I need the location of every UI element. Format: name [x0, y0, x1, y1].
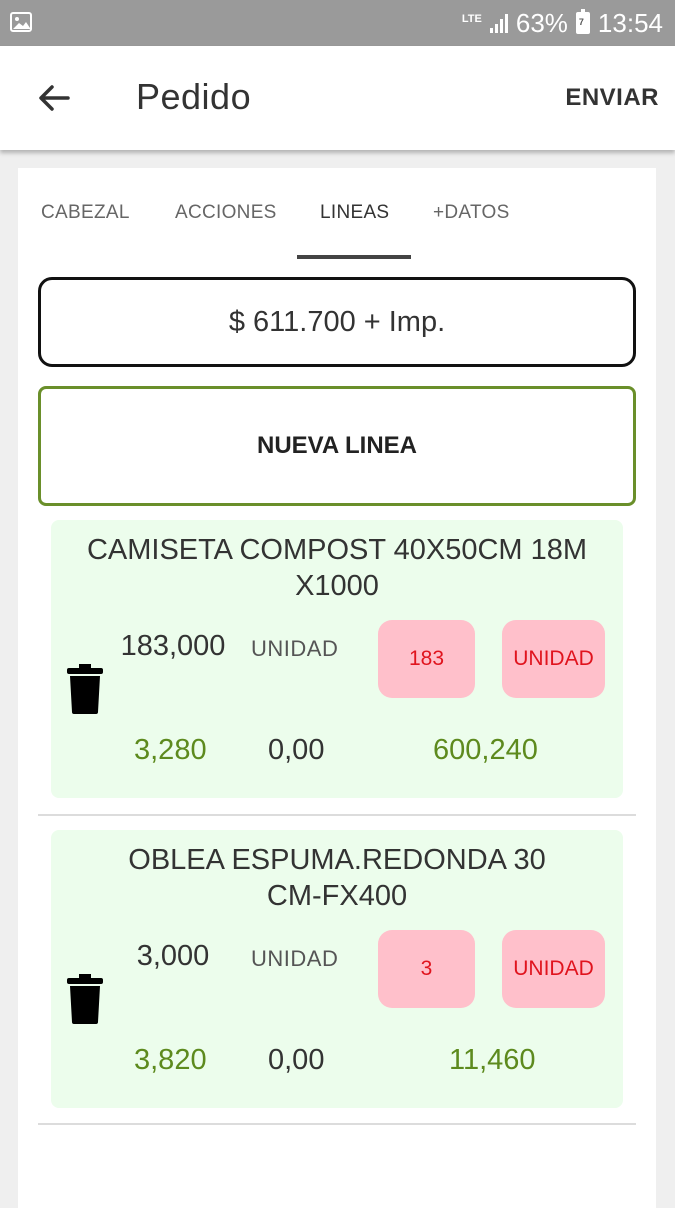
product-name: CAMISETA COMPOST 40X50CM 18M X1000 [51, 532, 623, 604]
battery-icon-label: 7 [578, 17, 584, 27]
network-type: LTE [461, 13, 482, 25]
unit-price: 3,280 [134, 734, 207, 766]
discount: 0,00 [268, 1044, 325, 1076]
product-name-line1: OBLEA ESPUMA.REDONDA 30 [128, 844, 546, 876]
line-total: 11,460 [449, 1044, 536, 1076]
unit-box[interactable]: UNIDAD [502, 930, 605, 1008]
order-line: CAMISETA COMPOST 40X50CM 18M X1000 183,0… [51, 520, 623, 798]
image-notification-icon [10, 12, 32, 32]
order-line: OBLEA ESPUMA.REDONDA 30 CM-FX400 3,000 U… [51, 830, 623, 1108]
quantity-box[interactable]: 3 [378, 930, 475, 1008]
status-bar: LTE 63% 7 13:54 [0, 0, 675, 46]
trash-icon[interactable] [65, 662, 105, 714]
product-name-line2: X1000 [295, 570, 379, 602]
tab-bar: CABEZAL ACCIONES LINEAS +DATOS [18, 168, 656, 260]
signal-icon [489, 13, 508, 33]
quantity: 183,000 [120, 630, 226, 662]
trash-icon[interactable] [65, 972, 105, 1024]
tab-lineas[interactable]: LINEAS [320, 202, 389, 224]
clock: 13:54 [597, 7, 663, 38]
content-card: CABEZAL ACCIONES LINEAS +DATOS $ 611.700… [18, 168, 656, 1208]
order-total: $ 611.700 + Imp. [38, 277, 636, 367]
unit-label: UNIDAD [251, 636, 339, 661]
page-title: Pedido [136, 76, 252, 117]
tab-cabezal[interactable]: CABEZAL [41, 202, 130, 224]
new-line-button[interactable]: NUEVA LINEA [38, 386, 636, 506]
product-name-line2: CM-FX400 [266, 880, 408, 912]
unit-price: 3,820 [134, 1044, 207, 1076]
tab-acciones[interactable]: ACCIONES [175, 202, 277, 224]
unit-box[interactable]: UNIDAD [502, 620, 605, 698]
quantity-box[interactable]: 183 [378, 620, 475, 698]
battery-icon: 7 [575, 9, 590, 34]
quantity: 3,000 [136, 940, 210, 972]
line-total: 600,240 [433, 734, 538, 766]
tab-datos[interactable]: +DATOS [433, 202, 510, 224]
divider [38, 814, 636, 816]
battery-percent: 63% [515, 7, 568, 38]
back-arrow-icon[interactable] [34, 78, 74, 118]
product-name-line1: CAMISETA COMPOST 40X50CM 18M [86, 534, 588, 566]
app-bar: Pedido ENVIAR [0, 46, 675, 150]
discount: 0,00 [268, 734, 325, 766]
product-name: OBLEA ESPUMA.REDONDA 30 CM-FX400 [51, 842, 623, 914]
send-button[interactable]: ENVIAR [565, 84, 659, 112]
active-tab-indicator [297, 255, 411, 259]
divider [38, 1123, 636, 1125]
unit-label: UNIDAD [251, 946, 339, 971]
